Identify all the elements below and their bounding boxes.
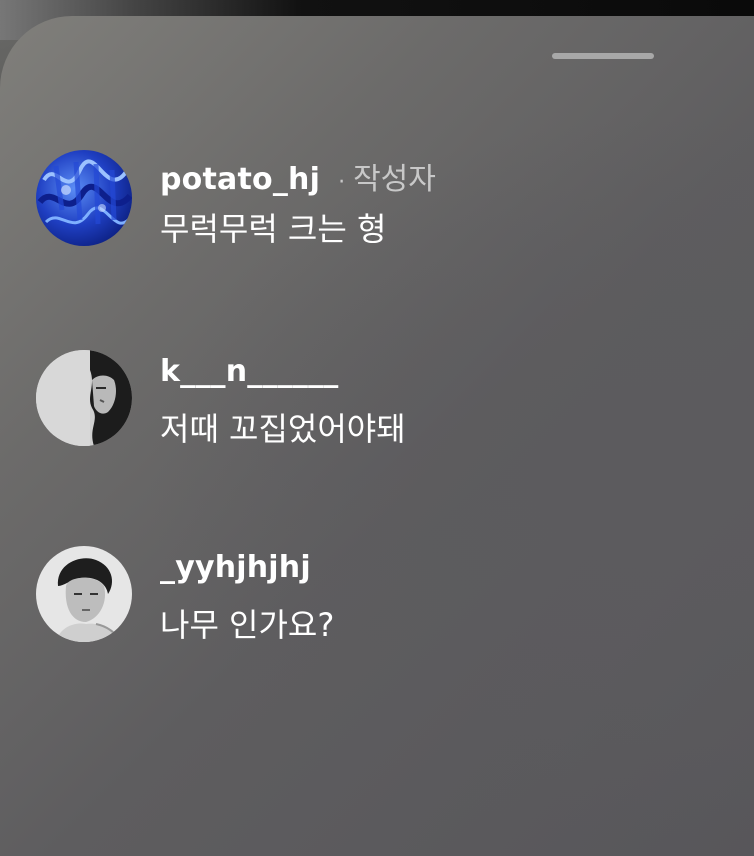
username[interactable]: _yyhjhjhj bbox=[160, 550, 311, 585]
comment-header: _yyhjhjhj bbox=[160, 550, 311, 585]
username[interactable]: potato_hj bbox=[160, 162, 320, 197]
comment-item: _yyhjhjhj 나무 인가요? bbox=[0, 546, 754, 646]
comment-item: potato_hj · 작성자 무럭무럭 크는 형 bbox=[0, 150, 754, 250]
sheet-grabber-handle[interactable] bbox=[552, 53, 654, 59]
comment-text: 무럭무럭 크는 형 bbox=[160, 210, 387, 248]
username[interactable]: k___n______ bbox=[160, 354, 339, 389]
comment-header: potato_hj · 작성자 bbox=[160, 154, 436, 198]
avatar[interactable] bbox=[36, 546, 132, 642]
comment-text: 저때 꼬집었어야돼 bbox=[160, 410, 406, 448]
comment-item: k___n______ 저때 꼬집었어야돼 bbox=[0, 350, 754, 450]
avatar[interactable] bbox=[36, 350, 132, 446]
comment-header: k___n______ bbox=[160, 354, 339, 389]
comments-sheet: potato_hj · 작성자 무럭무럭 크는 형 k___n______ 저때… bbox=[0, 16, 754, 856]
grayscale-half-face-avatar-icon bbox=[36, 350, 132, 446]
comment-text: 나무 인가요? bbox=[160, 606, 335, 644]
grayscale-portrait-avatar-icon bbox=[36, 546, 132, 642]
separator-dot: · bbox=[338, 170, 346, 195]
avatar[interactable] bbox=[36, 150, 132, 246]
blue-abstract-avatar-icon bbox=[36, 150, 132, 246]
author-badge: 작성자 bbox=[353, 162, 436, 197]
